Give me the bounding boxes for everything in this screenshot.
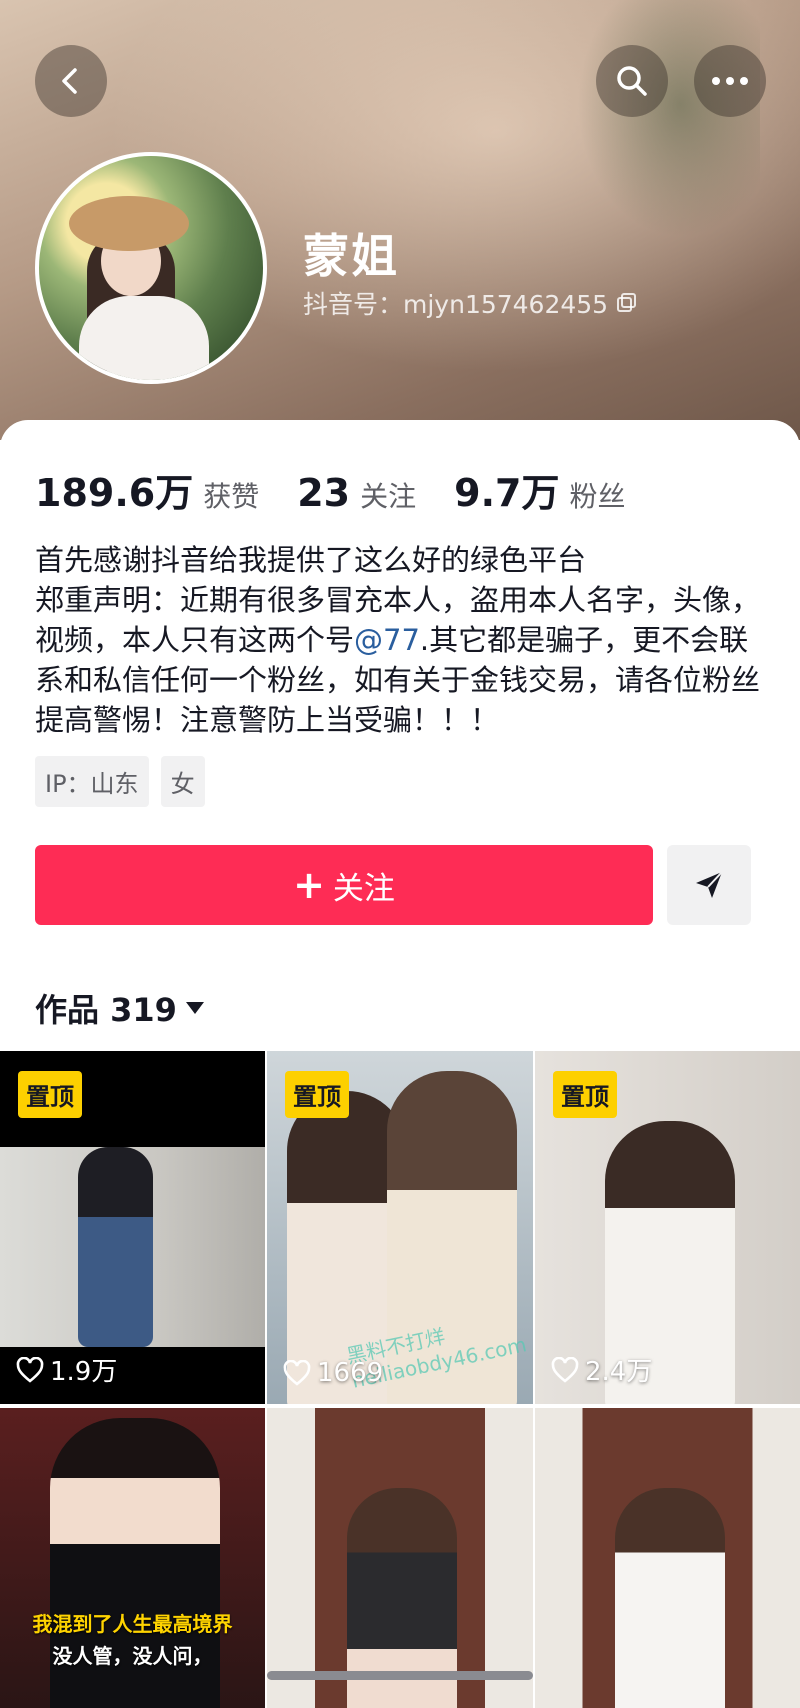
- gender-tag: 女: [160, 756, 205, 807]
- back-arrow-icon: [62, 68, 77, 94]
- copy-icon[interactable]: [616, 292, 638, 314]
- home-indicator[interactable]: [267, 1671, 533, 1680]
- back-button[interactable]: [35, 45, 107, 117]
- heart-icon: [283, 1360, 311, 1386]
- douyin-id[interactable]: 抖音号：mjyn157462455: [303, 285, 638, 321]
- like-count: 2.4万: [551, 1351, 652, 1388]
- send-icon: [696, 871, 723, 898]
- search-icon: [617, 66, 647, 96]
- bio-line-1: 首先感谢抖音给我提供了这么好的绿色平台: [35, 543, 587, 577]
- like-count: 1669: [283, 1358, 383, 1388]
- video-thumbnail[interactable]: 我混到了人生最高境界 没人管，没人问，: [0, 1408, 265, 1708]
- message-button[interactable]: [667, 845, 751, 925]
- following-count[interactable]: 23: [297, 471, 350, 515]
- bio: 首先感谢抖音给我提供了这么好的绿色平台 郑重声明：近期有很多冒充本人，盗用本人名…: [35, 540, 765, 740]
- followers-label[interactable]: 粉丝: [569, 475, 625, 515]
- works-tab[interactable]: 作品 319: [35, 985, 205, 1031]
- video-thumbnail[interactable]: 黑料不打烊 heiliaobdy46.com 置顶 1669: [267, 1051, 533, 1404]
- video-caption-2: 没人管，没人问，: [52, 1644, 213, 1668]
- douyin-id-text: 抖音号：mjyn157462455: [303, 290, 609, 319]
- video-thumbnail[interactable]: 置顶 2.4万: [535, 1051, 800, 1404]
- nickname: 蒙姐: [303, 229, 399, 283]
- search-button[interactable]: [596, 45, 668, 117]
- ip-tag: IP：山东: [35, 756, 149, 807]
- following-label[interactable]: 关注: [360, 475, 416, 515]
- video-thumbnail[interactable]: [267, 1408, 533, 1708]
- pinned-badge: 置顶: [18, 1071, 82, 1118]
- works-tab-label: 作品 319: [35, 991, 177, 1029]
- video-caption-1: 我混到了人生最高境界: [32, 1612, 233, 1636]
- video-thumbnail[interactable]: [535, 1408, 800, 1708]
- more-dots-icon: [712, 77, 748, 85]
- more-button[interactable]: [694, 45, 766, 117]
- caret-down-icon: [185, 1002, 204, 1014]
- works-grid: 置顶 1.9万 黑料不打烊 heiliaobdy46.com 置顶 1669 置…: [0, 1051, 800, 1708]
- pinned-badge: 置顶: [553, 1071, 617, 1118]
- avatar[interactable]: [35, 152, 267, 384]
- follow-button[interactable]: + 关注: [35, 845, 653, 925]
- heart-icon: [16, 1356, 44, 1383]
- header-plant-decor: [560, 0, 760, 260]
- bio-line-2: 郑重声明：近期有很多冒充本人，盗用本人名字，头像，视频，本人只有这两个号@77.…: [35, 583, 761, 737]
- followers-count[interactable]: 9.7万: [454, 462, 559, 517]
- video-thumbnail[interactable]: 置顶 1.9万: [0, 1051, 265, 1404]
- pinned-badge: 置顶: [285, 1071, 349, 1118]
- likes-label: 获赞: [203, 480, 260, 513]
- heart-icon: [551, 1356, 579, 1383]
- stats-row: 189.6万 获赞 23 关注 9.7万 粉丝: [35, 462, 663, 517]
- like-count: 1.9万: [16, 1351, 117, 1388]
- plus-icon: +: [293, 863, 325, 907]
- mention-link[interactable]: @77: [354, 623, 420, 657]
- profile-tags: IP：山东 女: [35, 756, 205, 807]
- likes-count: 189.6万: [35, 471, 194, 515]
- follow-label: 关注: [332, 870, 395, 907]
